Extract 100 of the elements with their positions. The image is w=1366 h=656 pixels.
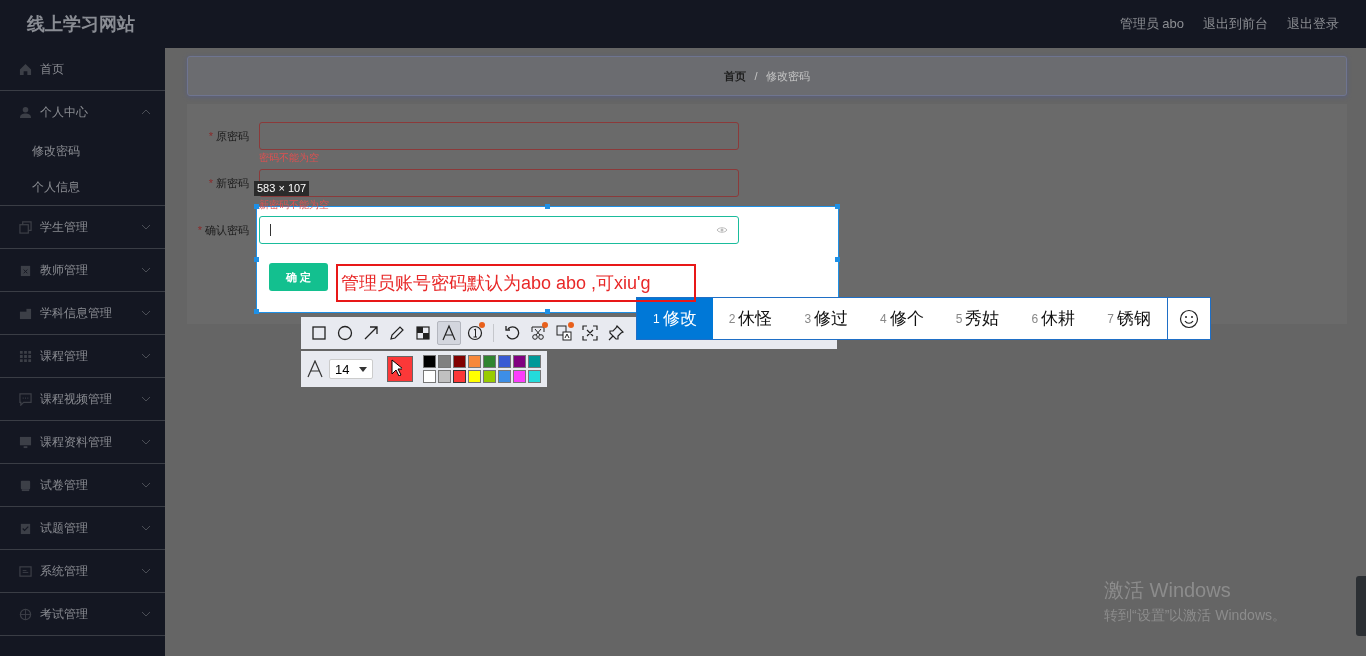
color-swatch[interactable] (438, 355, 451, 368)
sidebar-label: 个人中心 (40, 103, 89, 121)
candidate-text: 修改 (662, 308, 697, 330)
circle-icon (336, 324, 354, 342)
sidebar-item[interactable]: 课程管理 (0, 335, 165, 377)
mouse-pointer-icon (391, 359, 402, 376)
color-swatch[interactable] (468, 355, 481, 368)
breadcrumb-link[interactable]: 首页 (724, 68, 747, 84)
candidate-number: 4 (880, 311, 887, 326)
candidate-text: 修个 (889, 308, 924, 330)
text-caret (270, 224, 271, 236)
sidebar-label: 系统管理 (40, 562, 89, 580)
candidate-number: 1 (653, 311, 660, 326)
candidate-text: 休耕 (1041, 308, 1076, 330)
color-swatch[interactable] (483, 355, 496, 368)
color-swatch[interactable] (528, 370, 541, 383)
submenu-item[interactable]: 修改密码 (0, 133, 165, 169)
header-link[interactable]: 管理员 abo (1119, 15, 1184, 33)
grid-icon (19, 349, 32, 363)
undo-icon (503, 324, 521, 342)
candidate-item[interactable]: 1 修改 (637, 298, 713, 339)
scan-icon (581, 324, 599, 342)
required-mark: * (197, 223, 202, 238)
candidate-number: 3 (804, 311, 812, 326)
text-tool-icon (440, 324, 458, 342)
color-swatch[interactable] (438, 370, 451, 383)
person-icon (19, 105, 32, 119)
text-tool-tool[interactable] (437, 321, 461, 345)
resize-handle[interactable] (254, 309, 259, 314)
sidebar-item[interactable]: 课程视频管理 (0, 378, 165, 420)
color-swatch[interactable] (498, 355, 511, 368)
resize-handle[interactable] (254, 256, 259, 262)
password-field[interactable] (259, 169, 739, 197)
sidebar-label: 试卷管理 (40, 476, 89, 494)
sidebar-item[interactable]: 系统管理 (0, 550, 165, 592)
size-label: 583 × 107 (254, 181, 310, 196)
password-field[interactable] (259, 216, 739, 244)
printer-icon (19, 478, 32, 492)
rectangle-icon (310, 324, 328, 342)
color-swatch[interactable] (423, 355, 436, 368)
candidate-text: 休怪 (738, 308, 773, 330)
color-swatch[interactable] (528, 355, 541, 368)
password-field[interactable] (259, 122, 739, 150)
resize-handle[interactable] (544, 204, 550, 209)
resize-handle[interactable] (544, 309, 550, 314)
wallet-icon (19, 306, 32, 320)
candidate-number: 6 (1031, 311, 1039, 326)
notification-dot (542, 322, 548, 328)
sidebar-item[interactable]: 课程资料管理 (0, 421, 165, 463)
color-swatch[interactable] (483, 370, 496, 383)
header-link[interactable]: 退出登录 (1287, 15, 1339, 33)
sidebar-label: 课程资料管理 (40, 433, 113, 451)
sidebar-item[interactable]: 试卷管理 (0, 464, 165, 506)
sidebar-item[interactable]: 试题管理 (0, 507, 165, 549)
sidebar-label: 首页 (40, 60, 65, 78)
copy-icon (19, 220, 32, 234)
field-label: 确认密码 (205, 223, 249, 238)
resize-handle[interactable] (835, 204, 840, 209)
sidebar-label: 课程视频管理 (40, 390, 113, 408)
font-icon (307, 360, 323, 378)
chat-icon (19, 392, 32, 406)
home-icon (19, 62, 32, 76)
breadcrumb-separator: / (754, 70, 758, 82)
header-link[interactable]: 退出到前台 (1203, 15, 1268, 33)
crosshair-icon (19, 607, 32, 621)
color-swatch[interactable] (513, 370, 526, 383)
current-color[interactable] (387, 356, 413, 382)
pin-icon (607, 324, 625, 342)
field-label: 原密码 (216, 129, 249, 144)
candidate-text: 修过 (814, 308, 849, 330)
font-size-select[interactable]: 14 (329, 359, 373, 379)
color-swatch[interactable] (423, 370, 436, 383)
candidate-number: 2 (728, 311, 736, 326)
sidebar-item[interactable]: 首页 (0, 48, 165, 90)
notification-dot (568, 322, 574, 328)
color-swatch[interactable] (513, 355, 526, 368)
checklist-icon (19, 521, 32, 535)
arrow-icon (362, 324, 380, 342)
sidebar-item[interactable]: 教师管理 (0, 249, 165, 291)
sidebar-item[interactable]: 考试管理 (0, 593, 165, 635)
sidebar-item[interactable]: 个人中心 (0, 91, 165, 133)
breadcrumb-current: 修改密码 (765, 68, 810, 84)
field-label: 新密码 (216, 176, 249, 191)
color-swatch[interactable] (468, 370, 481, 383)
scissors-icon (529, 324, 547, 342)
required-mark: * (208, 176, 213, 191)
color-swatch[interactable] (498, 370, 511, 383)
numbered-marker-icon (466, 324, 484, 342)
notification-dot (479, 322, 485, 328)
error-message: 密码不能为空 (259, 151, 319, 164)
text-annotation[interactable]: 管理员账号密码默认为abo abo ,可xiu'g (336, 264, 696, 302)
color-swatch[interactable] (453, 370, 466, 383)
submenu-item[interactable]: 个人信息 (0, 169, 165, 205)
resize-handle[interactable] (835, 256, 840, 262)
sidebar-item[interactable]: 学生管理 (0, 206, 165, 248)
side-widget (1356, 576, 1366, 636)
candidate-number: 7 (1107, 311, 1114, 326)
resize-handle[interactable] (254, 204, 259, 209)
color-swatch[interactable] (453, 355, 466, 368)
sidebar-item[interactable]: 学科信息管理 (0, 292, 165, 334)
